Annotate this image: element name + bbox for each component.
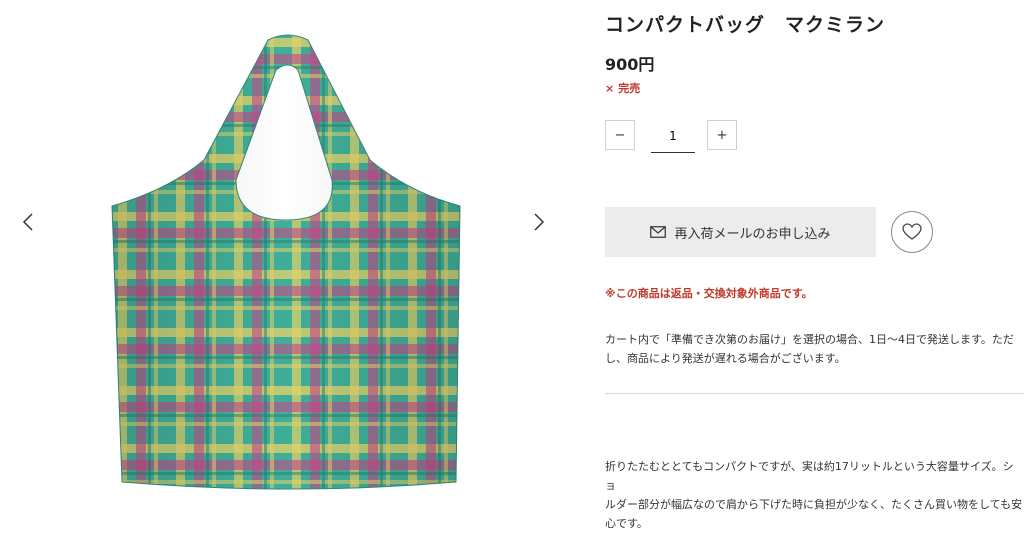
restock-notify-button[interactable]: 再入荷メールのお申し込み	[605, 207, 876, 257]
quantity-decrease-button[interactable]: −	[605, 120, 635, 150]
product-title: コンパクトバッグ マクミラン	[605, 14, 886, 36]
mail-icon	[650, 226, 667, 238]
return-notice: ※この商品は返品・交換対象外商品です。	[605, 287, 813, 300]
quantity-stepper: − +	[605, 120, 737, 156]
quantity-input[interactable]	[651, 120, 695, 153]
divider	[605, 393, 1024, 394]
chevron-left-icon	[22, 213, 33, 231]
product-description: 折りたたむととてもコンパクトですが、実は約17リットルという大容量サイズ。ショ …	[605, 457, 1024, 533]
product-info: コンパクトバッグ マクミラン 900円 ×完売 − + 再入荷メールのお申し込み…	[605, 0, 1024, 530]
product-gallery	[0, 0, 570, 514]
sold-out-mark: ×	[605, 82, 615, 95]
description-line: 心です。	[605, 517, 648, 530]
restock-label: 再入荷メールのお申し込み	[674, 226, 831, 242]
quantity-increase-button[interactable]: +	[707, 120, 737, 150]
heart-icon	[902, 223, 922, 240]
product-image	[111, 34, 461, 490]
description-line: 折りたたむととてもコンパクトですが、実は約17リットルという大容量サイズ。ショ	[605, 460, 1014, 492]
gallery-next-button[interactable]	[527, 208, 551, 236]
sold-out-status: × 完売	[605, 80, 640, 96]
sold-out-label: 完売	[618, 82, 641, 95]
favorite-button[interactable]	[891, 211, 933, 253]
product-price: 900円	[605, 55, 655, 74]
shipping-line: カート内で「準備でき次第のお届け」を選択の場合、1日〜4日で発送します。ただ	[605, 333, 1014, 346]
gallery-prev-button[interactable]	[16, 208, 40, 236]
description-line: ルダー部分が幅広なので肩から下げた時に負担が少なく、たくさん買い物をしても安	[605, 498, 1023, 511]
shipping-info: カート内で「準備でき次第のお届け」を選択の場合、1日〜4日で発送します。ただ し…	[605, 330, 1024, 368]
shipping-line: し、商品により発送が遅れる場合がございます。	[605, 352, 846, 365]
chevron-right-icon	[534, 213, 545, 231]
